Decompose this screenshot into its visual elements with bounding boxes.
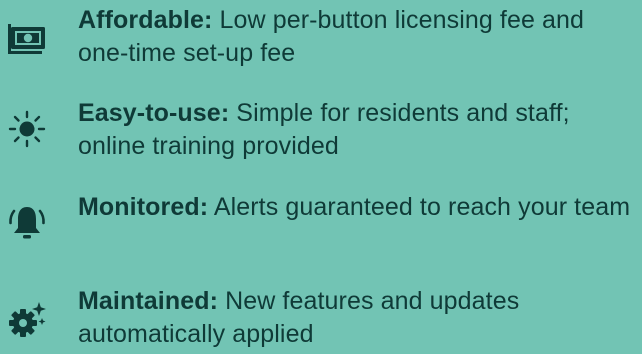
- feature-maintained: Maintained: New features and updates aut…: [0, 285, 642, 354]
- feature-separator: :: [204, 6, 213, 34]
- feature-title: Monitored: [78, 193, 200, 221]
- bell-icon: [6, 202, 48, 244]
- feature-monitored: Monitored: Alerts guaranteed to reach yo…: [0, 191, 642, 271]
- feature-separator: :: [220, 99, 230, 127]
- money-icon: [6, 16, 48, 58]
- feature-title: Easy-to-use: [78, 99, 221, 127]
- feature-easy-to-use: Easy-to-use: Simple for residents and st…: [0, 97, 642, 177]
- feature-title: Affordable: [78, 6, 204, 34]
- feature-description: Alerts guaranteed to reach your team: [213, 193, 631, 221]
- gear-sparkle-icon: [6, 299, 48, 341]
- sun-icon: [6, 108, 48, 150]
- feature-separator: :: [209, 287, 219, 315]
- feature-separator: :: [199, 193, 209, 221]
- feature-affordable: Affordable: Low per-button licensing fee…: [0, 4, 642, 84]
- feature-list: Affordable: Low per-button licensing fee…: [0, 0, 642, 354]
- feature-title: Maintained: [78, 287, 210, 315]
